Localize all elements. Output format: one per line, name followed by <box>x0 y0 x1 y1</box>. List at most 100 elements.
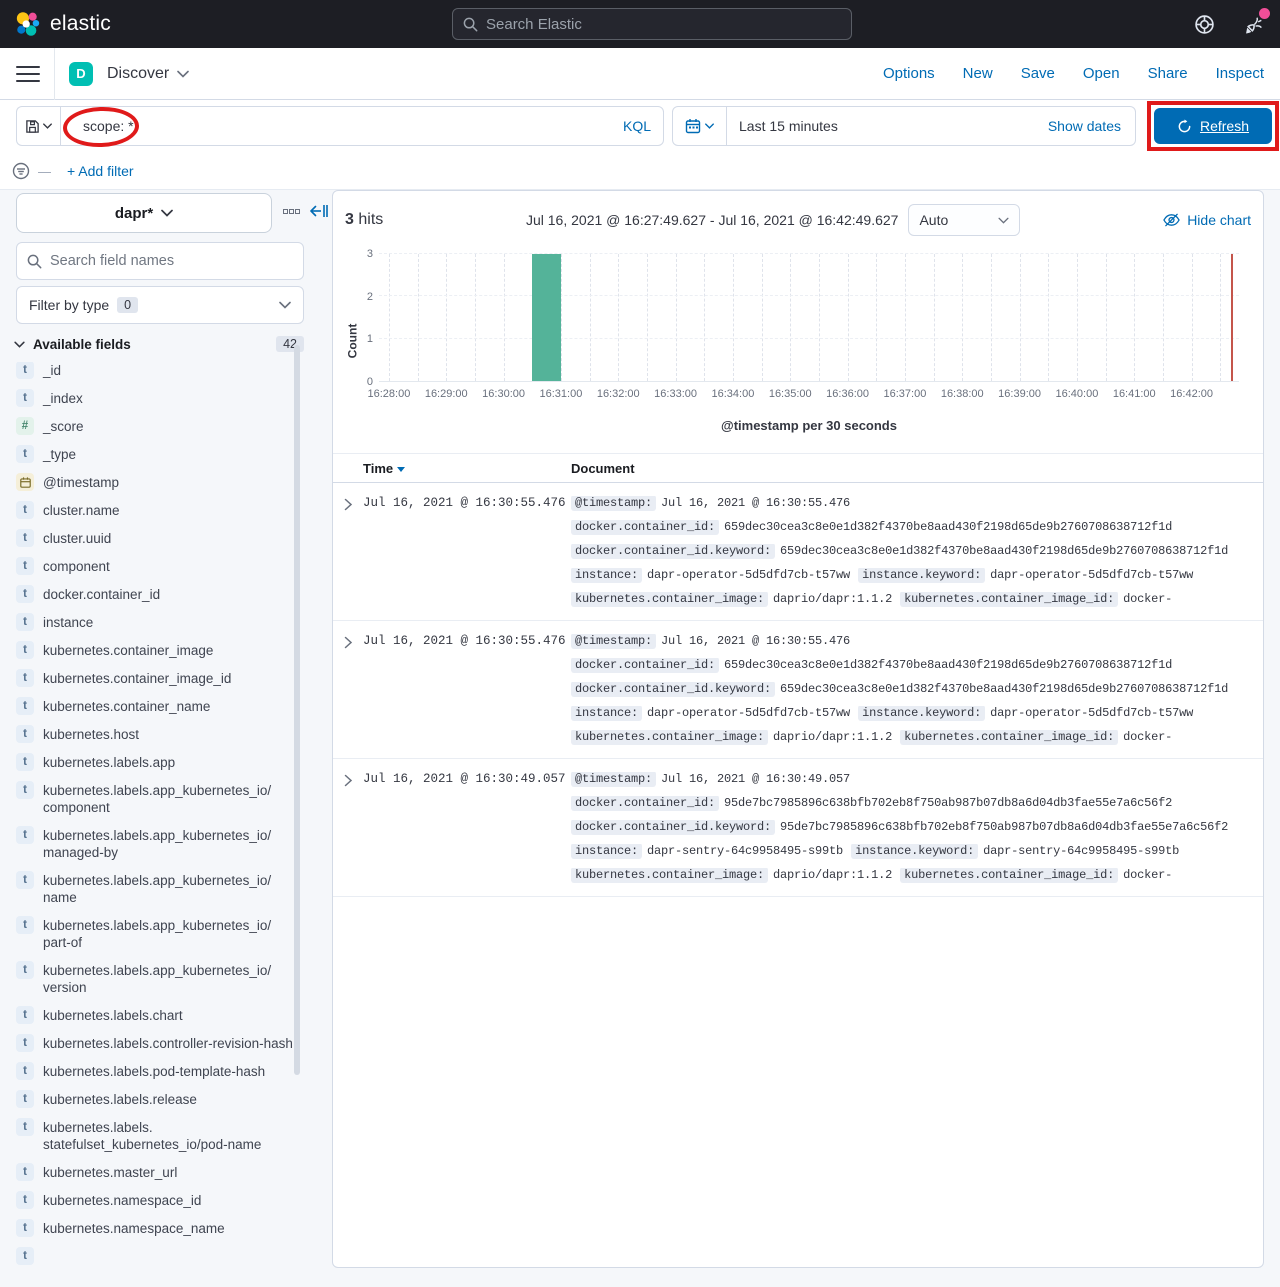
field-item-kubernetes.labels.app[interactable]: tkubernetes.​labels.​app <box>16 754 294 771</box>
field-search-input[interactable]: Search field names <box>16 242 304 280</box>
x-tick-label: 16:40:00 <box>1055 388 1098 400</box>
field-item-kubernetes.labels.statefulset_kubernetes_io/pod-name[interactable]: tkubernetes.​labels.​statefulset_kuberne… <box>16 1119 294 1153</box>
field-value: Jul 16, 2021 @ 16:30:49.057 <box>661 772 850 786</box>
field-key-chip: kubernetes.container_image: <box>571 592 768 607</box>
field-item-kubernetes.container_name[interactable]: tkubernetes.​container_name <box>16 698 294 715</box>
nav-link-open[interactable]: Open <box>1083 65 1120 82</box>
filter-menu-icon[interactable] <box>12 162 30 180</box>
field-item-kubernetes.master_url[interactable]: tkubernetes.​master_url <box>16 1164 294 1181</box>
x-tick-label: 16:36:00 <box>826 388 869 400</box>
elastic-brand[interactable]: elastic <box>0 11 111 37</box>
x-tick-label: 16:32:00 <box>597 388 640 400</box>
histogram-bar[interactable] <box>532 254 561 381</box>
string-field-type-icon: t <box>16 1062 34 1080</box>
collapse-sidebar-icon[interactable] <box>310 204 328 218</box>
expand-row-icon[interactable] <box>333 496 363 616</box>
nav-link-save[interactable]: Save <box>1021 65 1055 82</box>
field-name: instance <box>43 614 93 631</box>
field-item-kubernetes.labels.app_kubernetes_io/managed-by[interactable]: tkubernetes.​labels.​app_kubernetes_io/​… <box>16 827 294 861</box>
filter-by-type-button[interactable]: Filter by type 0 <box>16 286 304 324</box>
menu-hamburger-icon[interactable] <box>16 62 40 86</box>
field-item-_score[interactable]: #_score <box>16 418 294 435</box>
global-search-input[interactable]: Search Elastic <box>452 8 852 40</box>
gridline-vertical <box>590 254 591 381</box>
time-range-display[interactable]: Last 15 minutes <box>739 118 838 134</box>
field-item-kubernetes.labels.chart[interactable]: tkubernetes.​labels.​chart <box>16 1007 294 1024</box>
field-name: kubernetes.​container_image <box>43 642 213 659</box>
document-field-line: docker.container_id.keyword:659dec30cea3… <box>571 682 1247 697</box>
query-language-button[interactable]: KQL <box>623 118 651 134</box>
chart-plot-area[interactable] <box>379 254 1239 382</box>
field-item-kubernetes.labels.pod-template-hash[interactable]: t kubernetes.​labels.​pod-​template-​hash <box>16 1063 294 1080</box>
field-item-@timestamp[interactable]: @timestamp <box>16 474 294 491</box>
field-item-kubernetes.namespace_name[interactable]: tkubernetes.​namespace_name <box>16 1220 294 1237</box>
available-fields-header[interactable]: Available fields 42 <box>14 336 304 352</box>
field-item-kubernetes.labels.app_kubernetes_io/name[interactable]: tkubernetes.​labels.​app_kubernetes_io/​… <box>16 872 294 906</box>
x-tick-label: 16:42:00 <box>1170 388 1213 400</box>
boxes-horizontal-icon[interactable] <box>283 209 300 214</box>
eye-slash-icon <box>1163 213 1180 227</box>
x-tick-label: 16:39:00 <box>998 388 1041 400</box>
show-dates-button[interactable]: Show dates <box>1048 118 1121 134</box>
field-item-kubernetes.labels.app_kubernetes_io/part-of[interactable]: tkubernetes.​labels.​app_kubernetes_io/​… <box>16 917 294 951</box>
field-item-kubernetes.host[interactable]: tkubernetes.​host <box>16 726 294 743</box>
time-column-header[interactable]: Time <box>363 461 571 476</box>
nav-link-options[interactable]: Options <box>883 65 935 82</box>
document-field-line: @timestamp:Jul 16, 2021 @ 16:30:49.057 <box>571 772 1247 787</box>
field-item-kubernetes.container_image[interactable]: t kubernetes.​container_image <box>16 642 294 659</box>
table-row: Jul 16, 2021 @ 16:30:49.057@timestamp:Ju… <box>333 759 1263 897</box>
gridline-vertical <box>561 254 562 381</box>
y-tick-label: 0 <box>367 376 373 388</box>
field-name: component <box>43 558 110 575</box>
field-key-chip: docker.container_id.keyword: <box>571 682 775 697</box>
field-item-_id[interactable]: t_id <box>16 362 294 379</box>
nav-link-inspect[interactable]: Inspect <box>1216 65 1264 82</box>
field-item-kubernetes.labels.controller-revision-hash[interactable]: tkubernetes.​labels.​controller-​revisio… <box>16 1035 294 1052</box>
refresh-button[interactable]: Refresh <box>1154 108 1272 144</box>
field-item-kubernetes.labels.release[interactable]: tkubernetes.​labels.​release <box>16 1091 294 1108</box>
field-item-cluster.name[interactable]: tcluster.​name <box>16 502 294 519</box>
field-list-scrollbar[interactable] <box>294 345 300 1075</box>
x-tick-label: 16:34:00 <box>711 388 754 400</box>
gridline-vertical <box>1134 254 1135 381</box>
nav-link-share[interactable]: Share <box>1148 65 1188 82</box>
gridline-vertical <box>1192 254 1193 381</box>
interval-select[interactable]: Auto <box>908 204 1020 236</box>
query-section: scope: * KQL Last 15 minutes Show dates … <box>0 100 1280 190</box>
elastic-logo-icon <box>14 11 40 37</box>
field-item-kubernetes.labels.app_kubernetes_io/component[interactable]: tkubernetes.​labels.​app_kubernetes_io/​… <box>16 782 294 816</box>
field-item-kubernetes.container_image_id[interactable]: tkubernetes.​container_image_id <box>16 670 294 687</box>
field-item-kubernetes.namespace_id[interactable]: tkubernetes.​namespace_id <box>16 1192 294 1209</box>
field-name: kubernetes.​labels.​statefulset_kubernet… <box>43 1119 293 1153</box>
field-value: dapr-sentry-64c9958495-s99tb <box>983 844 1179 858</box>
calendar-dropdown-button[interactable] <box>673 107 727 145</box>
hide-chart-button[interactable]: Hide chart <box>1163 212 1251 228</box>
field-item-instance[interactable]: tinstance <box>16 614 294 631</box>
saved-query-button[interactable] <box>16 106 60 146</box>
nav-links: Options New Save Open Share Inspect <box>883 65 1264 82</box>
expand-row-icon[interactable] <box>333 634 363 754</box>
query-input[interactable]: scope: * KQL <box>60 106 664 146</box>
help-icon[interactable] <box>1192 12 1216 36</box>
field-value: docker- <box>1123 730 1172 744</box>
string-field-type-icon: t <box>16 641 34 659</box>
x-axis-ticks: 16:28:0016:29:0016:30:0016:31:0016:32:00… <box>379 388 1239 402</box>
add-filter-button[interactable]: + Add filter <box>67 163 134 179</box>
field-item-component[interactable]: tcomponent <box>16 558 294 575</box>
nav-link-new[interactable]: New <box>963 65 993 82</box>
field-item-cluster.uuid[interactable]: tcluster.​uuid <box>16 530 294 547</box>
field-item-_type[interactable]: t_type <box>16 446 294 463</box>
index-pattern-selector[interactable]: dapr* <box>16 193 272 233</box>
chevron-down-icon <box>177 70 189 78</box>
row-document: @timestamp:Jul 16, 2021 @ 16:30:49.057do… <box>571 772 1263 892</box>
expand-row-icon[interactable] <box>333 772 363 892</box>
field-item-_index[interactable]: t_index <box>16 390 294 407</box>
field-name: kubernetes.​labels.​pod-​template-​hash <box>43 1063 265 1080</box>
news-feed-icon[interactable] <box>1242 12 1266 36</box>
field-item[interactable]: t <box>16 1248 294 1265</box>
breadcrumb[interactable]: Discover <box>107 65 189 83</box>
space-badge[interactable]: D <box>69 62 93 86</box>
field-item-docker.container_id[interactable]: tdocker.​container_id <box>16 586 294 603</box>
top-navigation-bar: elastic Search Elastic <box>0 0 1280 48</box>
field-item-kubernetes.labels.app_kubernetes_io/version[interactable]: tkubernetes.​labels.​app_kubernetes_io/​… <box>16 962 294 996</box>
